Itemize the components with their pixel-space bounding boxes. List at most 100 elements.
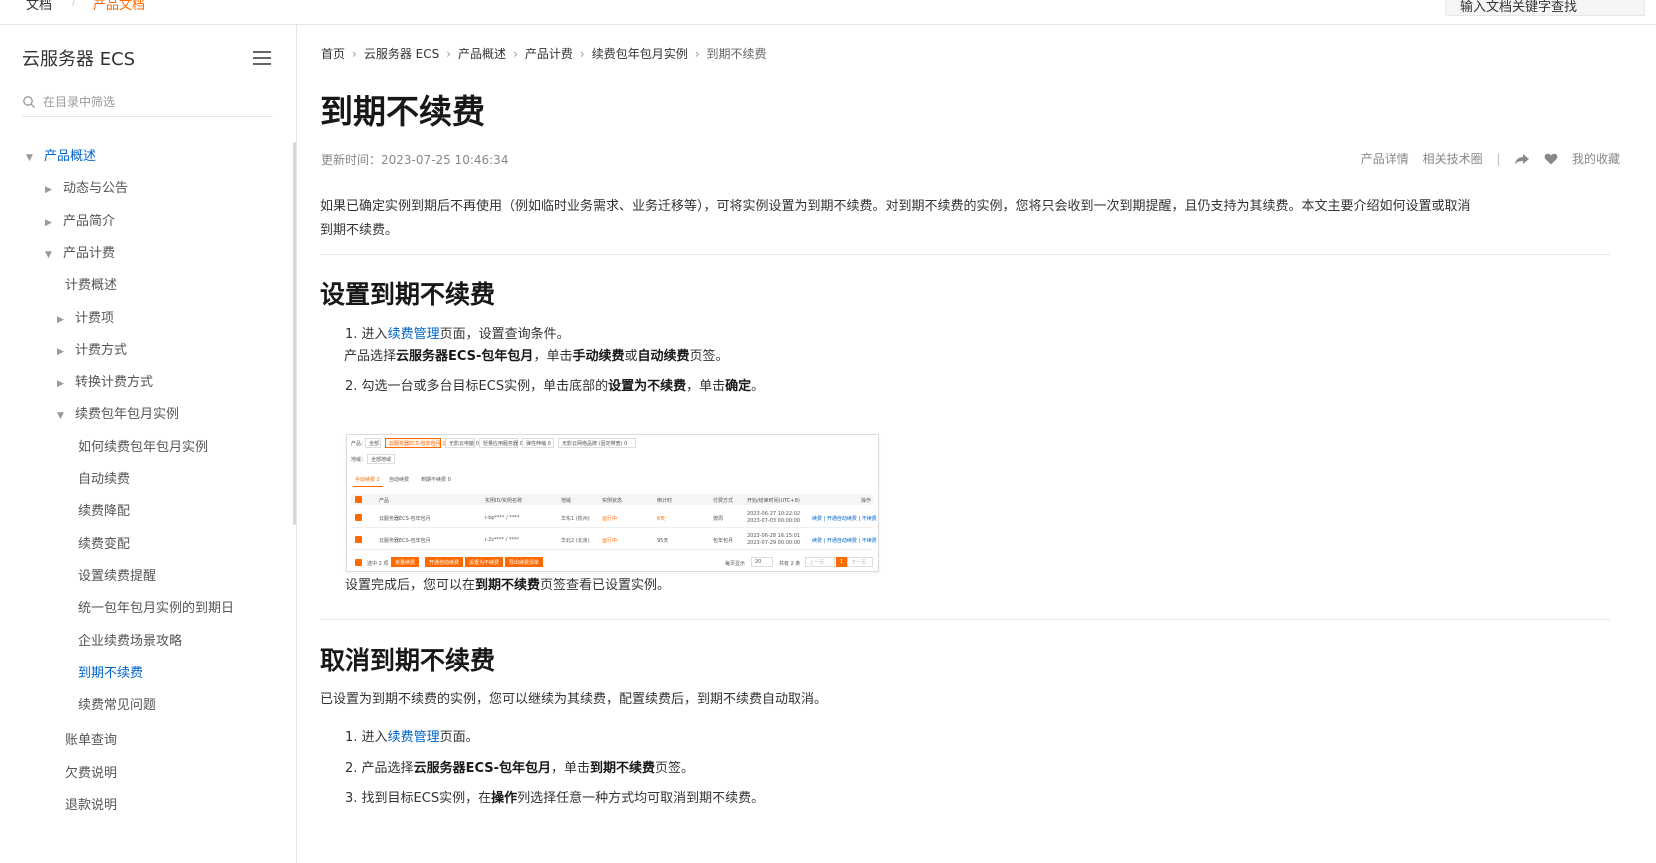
- section-divider: [320, 254, 1610, 255]
- sidebar-item-label: 设置续费提醒: [78, 568, 157, 584]
- shot-footer-button: 开通自动续费: [425, 557, 464, 567]
- sidebar-item[interactable]: 欠费说明: [57, 762, 117, 781]
- sidebar-item[interactable]: ▶ 动态与公告: [45, 177, 128, 196]
- step-bold-text: 设置为不续费: [608, 379, 687, 394]
- sidebar-item-label: 产品计费: [63, 245, 116, 261]
- renewal-management-link[interactable]: 续费管理: [388, 327, 440, 342]
- step-text: 列选择任意一种方式均可取消到期不续费。: [517, 791, 765, 806]
- step-number: 2.: [345, 761, 358, 776]
- caret-right-icon: ▶: [45, 185, 52, 196]
- step-bold-text: 操作: [491, 791, 518, 806]
- step-text: ，单击: [550, 761, 590, 776]
- menu-icon[interactable]: [253, 51, 271, 65]
- step-text: ，单击: [533, 349, 573, 364]
- sidebar-item[interactable]: ▶ 转换计费方式: [57, 371, 153, 390]
- favorites-link[interactable]: 我的收藏: [1572, 152, 1620, 166]
- sidebar-item[interactable]: 退款说明: [57, 794, 117, 813]
- sidebar-item[interactable]: 自动续费: [70, 468, 130, 487]
- chevron-right-icon: ›: [513, 47, 518, 61]
- sidebar-item[interactable]: 续费降配: [70, 500, 130, 519]
- caret-down-icon: ▼: [26, 153, 33, 163]
- renewal-management-link[interactable]: 续费管理: [388, 730, 440, 745]
- chevron-right-icon: ›: [694, 47, 700, 61]
- updated-time: 更新时间：2023-07-25 10:46:34: [321, 153, 509, 167]
- breadcrumb-item[interactable]: 续费包年包月实例: [592, 47, 688, 61]
- breadcrumb-item[interactable]: 产品计费: [525, 47, 573, 61]
- breadcrumb-item[interactable]: 首页: [321, 47, 345, 61]
- sidebar-item[interactable]: 到期不续费: [70, 662, 143, 681]
- tech-circle-link[interactable]: 相关技术圈: [1423, 152, 1483, 166]
- cancel-step-1: 1. 进入续费管理页面。: [345, 728, 479, 748]
- sidebar-item[interactable]: ▼ 产品计费: [45, 242, 115, 261]
- shot-column-header: 实例状态: [602, 498, 623, 504]
- sidebar-item[interactable]: 计费概述: [57, 274, 117, 293]
- step-bold-text: 手动续费: [572, 349, 625, 364]
- share-icon[interactable]: [1514, 153, 1530, 165]
- sidebar-item[interactable]: 企业续费场景攻略: [70, 630, 182, 649]
- shot-cell-id: i-2z**** / ****: [485, 537, 519, 543]
- product-details-link[interactable]: 产品详情: [1361, 152, 1409, 166]
- step-text: 找到目标ECS实例，在: [361, 791, 492, 806]
- caret-down-icon: ▼: [45, 249, 52, 260]
- sidebar-item[interactable]: 设置续费提醒: [70, 565, 156, 584]
- shot-cell-start: 2023-06-27 10:22:02: [747, 511, 801, 517]
- shot-cell-status: 运行中: [602, 516, 618, 522]
- set-step-1-detail: 产品选择云服务器ECS-包年包月，单击手动续费或自动续费页签。: [344, 347, 729, 367]
- sidebar-item[interactable]: ▼ 产品概述: [26, 145, 96, 164]
- shot-region-label: 地域：: [351, 457, 367, 463]
- intro-line-2: 到期不续费。: [320, 223, 399, 238]
- shot-footer-button: 批量续费: [391, 557, 420, 567]
- sidebar-item[interactable]: 续费常见问题: [70, 694, 156, 713]
- shot-product-chip: 全部: [365, 438, 381, 448]
- docs-link[interactable]: 文档: [26, 0, 52, 13]
- shot-footer-button: 设置为不续费: [465, 557, 504, 567]
- step-bold-text: 云服务器ECS-包年包月: [413, 761, 551, 776]
- shot-cell-region: 华北2 (北京): [561, 538, 590, 544]
- sidebar-item[interactable]: ▶ 计费方式: [57, 339, 127, 358]
- step-bold-text: 确定: [725, 379, 752, 394]
- sidebar-item-label: 续费包年包月实例: [75, 407, 180, 423]
- shot-row-divider: [351, 527, 873, 528]
- shot-cell-product: 云服务器ECS-包年包月: [379, 538, 431, 544]
- step-text: 进入: [361, 327, 388, 342]
- step-number: 1.: [345, 730, 358, 745]
- sidebar-item-label: 转换计费方式: [75, 375, 154, 391]
- shot-product-chip: 弹性伸缩 0: [522, 438, 554, 448]
- sidebar-item[interactable]: 如何续费包年包月实例: [70, 436, 208, 455]
- heart-icon[interactable]: [1544, 153, 1558, 165]
- shot-tab: 自动续费: [389, 477, 410, 483]
- shot-product-chip: 轻量应用服务器 0: [479, 438, 523, 448]
- intro-paragraph: 如果已确定实例到期后不再使用（例如临时业务需求、业务迁移等），可将实例设置为到期…: [320, 195, 1618, 243]
- step-number: 2.: [345, 379, 358, 394]
- sidebar-item[interactable]: ▶ 计费项: [57, 307, 114, 326]
- sidebar-item[interactable]: 账单查询: [57, 729, 117, 748]
- sidebar-filter-input[interactable]: 在目录中筛选: [22, 87, 273, 117]
- step-bold-text: 云服务器ECS-包年包月: [396, 349, 534, 364]
- set-step-1: 1. 进入续费管理页面，设置查询条件。: [345, 325, 570, 345]
- sidebar-item-label: 计费方式: [75, 342, 128, 358]
- breadcrumb-item[interactable]: 云服务器 ECS: [364, 47, 439, 61]
- sidebar-item[interactable]: ▼ 续费包年包月实例: [57, 403, 179, 422]
- shot-column-header: 倒计时: [657, 498, 673, 504]
- sidebar-item[interactable]: 统一包年包月实例的到期日: [70, 597, 234, 616]
- breadcrumb-item[interactable]: 产品概述: [458, 47, 506, 61]
- product-docs-link[interactable]: 产品文档: [93, 0, 145, 13]
- shot-cell-end: 2023-07-29 00:00:00: [747, 540, 801, 546]
- chevron-right-icon: ›: [579, 47, 585, 61]
- sidebar-filter-placeholder: 在目录中筛选: [43, 95, 116, 109]
- shot-cell-ops: 续费 | 开通自动续费 | 不续费: [812, 516, 877, 522]
- caret-right-icon: ▶: [45, 217, 52, 228]
- top-bar: 文档 / 产品文档 输入文档关键字查找: [0, 0, 1656, 25]
- sidebar-scrollbar[interactable]: [293, 142, 296, 525]
- note-bold-text: 到期不续费: [475, 578, 541, 593]
- page-title: 到期不续费: [320, 92, 485, 131]
- shot-product-chip: 无影云网络品牌 (固定带宽) 0: [558, 438, 636, 448]
- sidebar-item[interactable]: ▶ 产品简介: [45, 210, 115, 229]
- doc-search-input[interactable]: 输入文档关键字查找: [1445, 0, 1645, 16]
- sidebar-item[interactable]: 续费变配: [70, 533, 130, 552]
- sidebar-item-label: 退款说明: [65, 798, 118, 813]
- shot-product-chip: 无影云电脑 0: [445, 438, 479, 448]
- caret-right-icon: ▶: [57, 346, 64, 357]
- sidebar-item-label: 统一包年包月实例的到期日: [78, 601, 235, 617]
- shot-cell-end: 2023-07-03 00:00:00: [747, 518, 801, 524]
